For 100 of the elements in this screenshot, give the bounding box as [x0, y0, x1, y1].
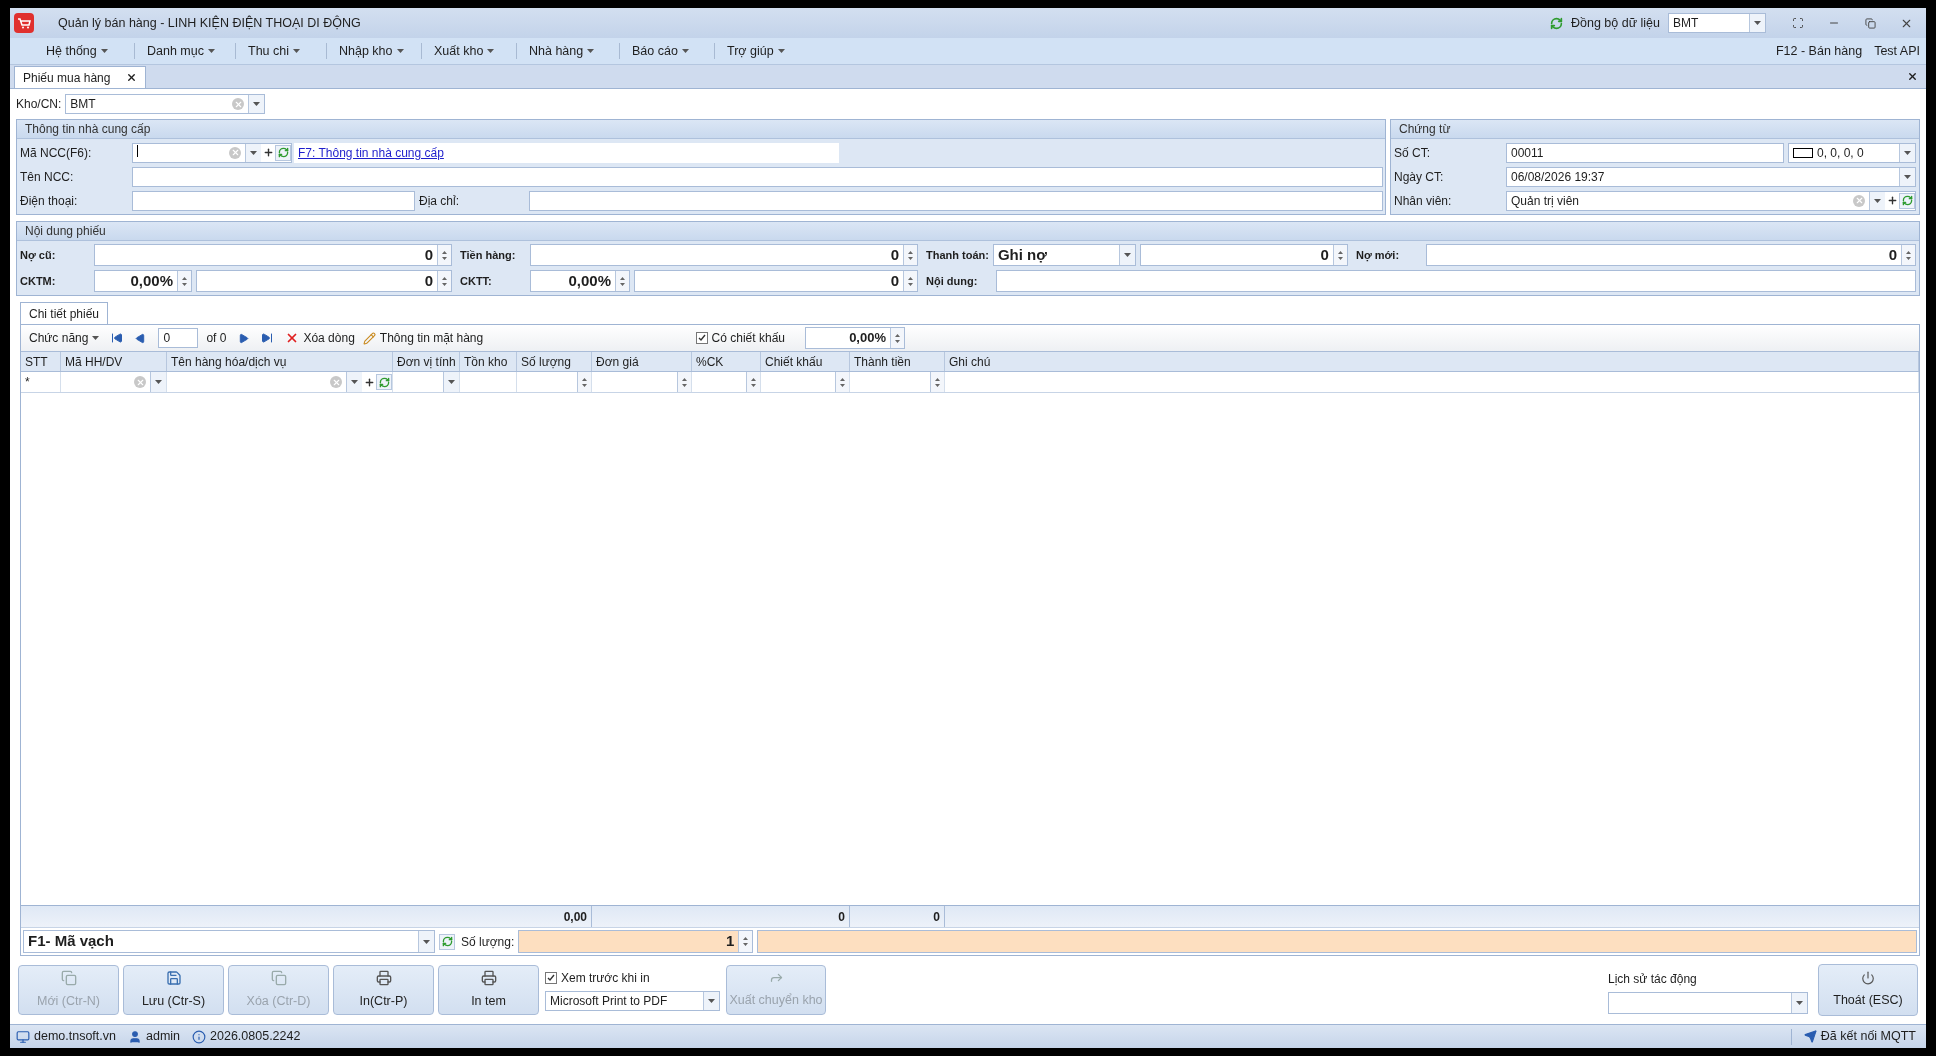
status-version: 2026.0805.2242 [210, 1028, 301, 1046]
refresh-icon[interactable] [275, 144, 291, 161]
window-title: Quản lý bán hàng - LINH KIỆN ĐIỆN THOẠI DI ĐỘNG [58, 14, 361, 32]
staff-field[interactable]: Quản trị viên [1506, 190, 1916, 211]
dropdown-button[interactable] [1791, 993, 1807, 1013]
spin-button[interactable] [577, 372, 591, 392]
spin-arrows-icon [442, 276, 447, 286]
spin-button[interactable] [437, 245, 451, 265]
menu-link[interactable]: F12 - Bán hàng [1769, 41, 1869, 61]
exit-button[interactable]: Thoát (ESC) [1818, 964, 1918, 1016]
note-field[interactable] [996, 270, 1916, 292]
payment-field[interactable]: 0 [1139, 244, 1348, 266]
dropdown-button[interactable] [245, 143, 261, 162]
spin-button[interactable] [738, 931, 753, 952]
cktt-amount-field[interactable]: 0 [634, 270, 918, 292]
quantity-field[interactable]: 1 [518, 930, 754, 953]
dropdown-button[interactable] [703, 992, 719, 1010]
menu-item[interactable]: Danh mục [135, 41, 235, 61]
preview-label: Xem trước khi in [561, 970, 650, 987]
spin-button[interactable] [903, 271, 917, 291]
page-field[interactable]: 0 [158, 328, 199, 348]
refresh-icon[interactable] [439, 933, 455, 950]
dropdown-button[interactable] [1899, 143, 1915, 162]
close-tab-icon[interactable] [126, 72, 138, 83]
spin-button[interactable] [177, 271, 191, 291]
discount-field[interactable]: 0,00% [805, 327, 905, 349]
spin-button[interactable] [1332, 245, 1347, 265]
first-page-icon[interactable] [111, 332, 124, 344]
dropdown-button[interactable] [1118, 245, 1135, 265]
menu-item[interactable]: Xuất kho [422, 41, 516, 61]
color-field[interactable]: 0, 0, 0, 0 [1788, 142, 1916, 163]
column-header: Thành tiền [850, 352, 945, 371]
menu-item[interactable]: Trợ giúp [715, 41, 815, 61]
previous-page-icon[interactable] [135, 332, 147, 344]
spin-button[interactable] [890, 328, 904, 348]
spin-button[interactable] [677, 372, 691, 392]
printer-select[interactable]: Microsoft Print to PDF [545, 991, 720, 1011]
dropdown-button[interactable] [346, 372, 362, 392]
phone-field[interactable] [132, 190, 415, 211]
app-logo-icon [14, 13, 34, 33]
discount-checkbox[interactable] [695, 332, 708, 344]
fullscreen-icon[interactable] [1790, 15, 1806, 31]
delete-row-button[interactable]: Xóa dòng [285, 329, 355, 347]
close-icon[interactable] [1907, 71, 1918, 82]
dropdown-button[interactable] [1749, 14, 1765, 32]
action-button[interactable]: Lưu (Ctr-S) [123, 965, 224, 1015]
menu-link[interactable]: Test API [1868, 41, 1926, 61]
menu-item[interactable]: Nhập kho [327, 41, 421, 61]
caret-icon [681, 49, 689, 53]
cktm-percent-field[interactable]: 0,00% [94, 270, 192, 292]
functions-menu[interactable]: Chức năng [25, 329, 104, 347]
caret-icon [487, 49, 495, 53]
spin-button[interactable] [437, 271, 451, 291]
dropdown-button[interactable] [443, 372, 459, 392]
menu-item[interactable]: Báo cáo [620, 41, 714, 61]
spin-button[interactable] [930, 372, 944, 392]
info-icon [192, 1029, 207, 1044]
next-page-icon[interactable] [238, 332, 250, 344]
cktt-percent-field[interactable]: 0,00% [530, 270, 630, 292]
payment-method-select[interactable]: Ghi nợ [992, 244, 1136, 266]
caret-icon [250, 150, 257, 155]
action-button[interactable]: In(Ctr-P) [333, 965, 434, 1015]
barcode-mode-select[interactable]: F1- Mã vạch [23, 930, 435, 953]
computer-icon [16, 1029, 30, 1044]
refresh-icon[interactable] [1899, 192, 1915, 209]
spin-button[interactable] [615, 271, 629, 291]
menu-item[interactable]: Hệ thống [34, 41, 134, 61]
branch-select[interactable]: BMT [1668, 13, 1766, 33]
action-button[interactable]: In tem [438, 965, 539, 1015]
spin-button[interactable] [903, 245, 917, 265]
date-field[interactable]: 06/08/2026 19:37 [1506, 166, 1916, 187]
last-page-icon[interactable] [261, 332, 274, 344]
dropdown-button[interactable] [248, 95, 265, 113]
field-label: Kho/CN: [16, 96, 62, 113]
dropdown-button[interactable] [1869, 191, 1885, 210]
detail-tab[interactable]: Chi tiết phiếu [20, 302, 109, 324]
supplier-code-field[interactable] [132, 142, 292, 163]
document-tab[interactable]: Phiếu mua hàng [14, 66, 147, 88]
barcode-input-field[interactable] [757, 930, 1917, 953]
goods-total-field[interactable]: 0 [530, 244, 918, 266]
supplier-name-field[interactable] [132, 166, 1383, 187]
dropdown-button[interactable] [1899, 167, 1915, 186]
printer-icon [375, 969, 392, 986]
preview-checkbox[interactable] [545, 972, 557, 984]
menu-item[interactable]: Thu chi [236, 41, 326, 61]
spin-button[interactable] [835, 372, 849, 392]
voucher-number-field[interactable]: 00011 [1506, 142, 1784, 163]
old-debt-field[interactable]: 0 [94, 244, 452, 266]
column-header: Tồn kho [460, 352, 517, 371]
spin-button[interactable] [746, 372, 760, 392]
item-info-button[interactable]: Thông tin mặt hàng [362, 329, 484, 347]
menu-item[interactable]: Nhà hàng [517, 41, 619, 61]
dropdown-button[interactable] [150, 372, 166, 392]
cktm-amount-field[interactable]: 0 [196, 270, 452, 292]
new-debt-field[interactable]: 0 [1425, 244, 1916, 266]
restore-icon[interactable] [1862, 15, 1878, 31]
dropdown-button[interactable] [418, 931, 434, 952]
address-field[interactable] [529, 190, 1383, 211]
spin-button[interactable] [1901, 245, 1915, 265]
branch-field[interactable]: BMT [65, 94, 266, 114]
